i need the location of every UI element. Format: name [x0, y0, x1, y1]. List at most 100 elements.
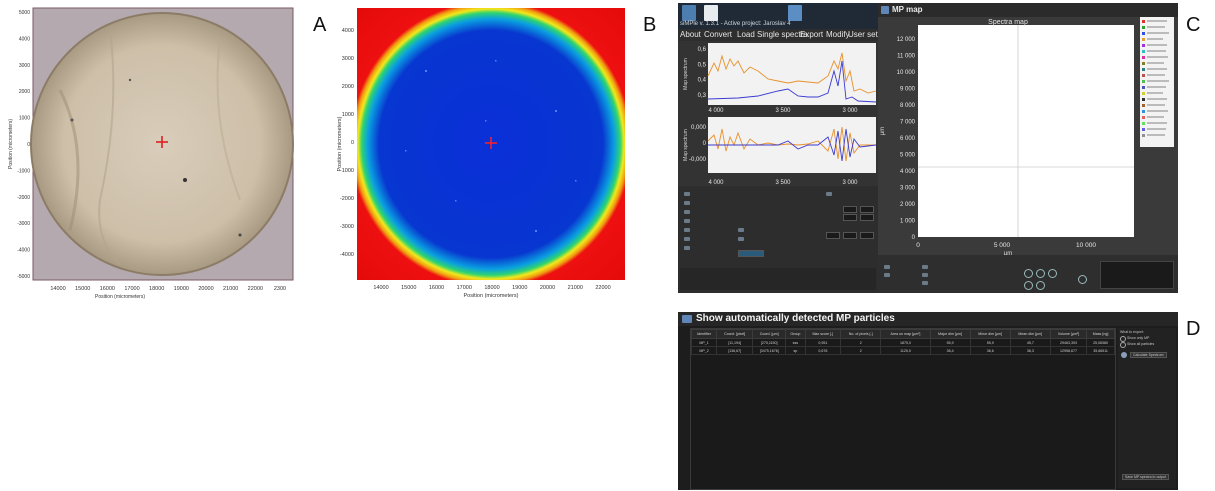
calculate-spectrum-button[interactable]: Calculate Spectrum — [1130, 352, 1167, 358]
x-tick-labels: 14000 15000 16000 17000 18000 19000 20000 21000… — [373, 285, 610, 291]
y-axis-label: µm — [880, 127, 886, 135]
control-button[interactable] — [738, 237, 744, 241]
control-button[interactable] — [738, 228, 744, 232]
panel-label-b: B — [643, 14, 657, 36]
column-header[interactable]: Max score [-] — [804, 329, 842, 339]
y-tick-label: 0,000 — [691, 125, 707, 131]
table-cell: 55,9 — [929, 338, 971, 347]
map-control-button[interactable] — [884, 273, 890, 277]
menu-modify[interactable]: Modify — [826, 30, 850, 39]
x-tick-label: 20000 — [198, 286, 213, 292]
parameter-field[interactable] — [860, 232, 874, 239]
measure-icon[interactable] — [1024, 281, 1033, 290]
menu-convert[interactable]: Convert — [704, 30, 732, 39]
map-window-title: MP map — [892, 5, 923, 14]
x-tick-label: 21000 — [223, 286, 238, 292]
parameter-field[interactable] — [826, 232, 840, 239]
y-tick-label: 0,4 — [698, 78, 707, 84]
map-title: Spectra map — [988, 19, 1028, 26]
table-cell: 2 — [840, 346, 882, 355]
spectra-plots: 0,6 0,5 0,4 0,3 4 000 3 500 3 000 Map spectru… — [678, 41, 878, 191]
x-tick-label: 17000 — [124, 286, 139, 292]
control-button[interactable] — [684, 219, 690, 223]
parameter-field[interactable] — [860, 206, 874, 213]
panel-label-c: C — [1186, 14, 1201, 36]
column-header[interactable]: Volume [µm³] — [1049, 329, 1088, 339]
x-tick-label: 2300 — [274, 286, 286, 292]
control-button[interactable] — [684, 192, 690, 196]
parameter-field[interactable] — [738, 250, 764, 257]
save-icon[interactable] — [788, 5, 802, 21]
document-icon[interactable] — [704, 5, 718, 21]
control-button[interactable] — [684, 201, 690, 205]
column-header[interactable]: Major dim [µm] — [929, 329, 971, 339]
menu-export[interactable]: Export — [800, 30, 823, 39]
x-tick-label: 18000 — [149, 286, 164, 292]
y-tick-label: -2000 — [17, 195, 30, 201]
control-button[interactable] — [684, 210, 690, 214]
table-cell: [11,194] — [716, 338, 754, 347]
column-header[interactable]: Coord. [µm] — [752, 329, 787, 339]
column-header[interactable]: Mass [ng] — [1086, 329, 1115, 339]
y-tick-label: -4000 — [340, 252, 354, 258]
column-header[interactable]: Coord. [pixel] — [716, 329, 754, 339]
y-tick-label: 3 000 — [900, 186, 916, 192]
grid-icon[interactable] — [1078, 275, 1087, 284]
table-row[interactable]: MP_1 [11,194] [275,1150] sss 0,951 2 1875,0 55,… — [690, 338, 1115, 347]
y-tick-label: 3000 — [19, 63, 30, 69]
panel-b-intensity-map: 40003000200010000-1000-2000-3000-4000 14… — [337, 8, 625, 299]
parameter-field[interactable] — [843, 214, 857, 221]
table-cell: MP_2 — [690, 346, 718, 355]
menu-load[interactable]: Load — [737, 30, 755, 39]
spectra-map-plot: Spectra map 12 000 11 000 10 000 9 000 8 000… — [880, 19, 1134, 257]
table-cell: 29463,393 — [1049, 338, 1088, 347]
map-control-button[interactable] — [884, 265, 890, 269]
export-options-heading: What to export: — [1120, 330, 1144, 334]
column-header[interactable]: Area on map [µm²] — [880, 329, 931, 339]
control-button[interactable] — [684, 228, 690, 232]
parameter-field[interactable] — [843, 232, 857, 239]
table-cell: 35,66511 — [1086, 346, 1115, 355]
table-row[interactable]: MP_2 [136,67] [3475,1676] sp 0,678 2 1125,0 36,… — [690, 346, 1115, 355]
show-all-particles-radio[interactable] — [1120, 342, 1126, 348]
column-header[interactable]: Group — [785, 329, 806, 339]
y-tick-label: 11 000 — [897, 54, 916, 60]
x-axis-label: Position (micrometers) — [463, 293, 518, 299]
x-tick-label: 19000 — [512, 285, 527, 291]
map-control-button[interactable] — [922, 273, 928, 277]
x-tick-labels: 4 000 3 500 3 000 — [708, 108, 858, 114]
y-tick-label: 12 000 — [897, 37, 916, 43]
y-tick-labels: 0,000 0 -0,000 — [689, 125, 707, 163]
x-tick-label: 15000 — [401, 285, 416, 291]
column-header[interactable]: No. of pixels [-] — [840, 329, 882, 339]
export-options-panel: What to export: Show only MP Show all pa… — [1118, 328, 1176, 488]
y-tick-label: 0,5 — [698, 62, 707, 68]
x-tick-label: 10 000 — [1076, 242, 1096, 249]
y-tick-label: 0 — [912, 235, 916, 241]
y-tick-label: -3000 — [340, 224, 354, 230]
analysis-controls — [678, 186, 878, 293]
parameter-field[interactable] — [843, 206, 857, 213]
pan-icon[interactable] — [1036, 269, 1045, 278]
table-cell: 12958,677 — [1049, 346, 1088, 355]
table-cell: 36,3 — [1009, 346, 1051, 355]
map-control-button[interactable] — [922, 265, 928, 269]
y-tick-label: 0,6 — [698, 47, 707, 53]
export-icon[interactable] — [1036, 281, 1045, 290]
save-mp-spectra-button[interactable]: Save MP spectra to output — [1122, 474, 1170, 480]
select-icon[interactable] — [1048, 269, 1057, 278]
x-tick-label: 14000 — [373, 285, 388, 291]
table-cell: 1125,0 — [880, 346, 931, 355]
control-button[interactable] — [684, 237, 690, 241]
column-header[interactable]: Minor dim [µm] — [969, 329, 1011, 339]
column-header[interactable]: Identifier — [690, 329, 718, 339]
menu-about[interactable]: About — [680, 30, 701, 39]
zoom-icon[interactable] — [1024, 269, 1033, 278]
control-button[interactable] — [826, 192, 832, 196]
control-button[interactable] — [684, 246, 690, 250]
row-number-gutter — [680, 328, 689, 488]
parameter-field[interactable] — [860, 214, 874, 221]
column-header[interactable]: Mean dim [µm] — [1009, 329, 1051, 339]
y-tick-label: 10 000 — [897, 70, 916, 76]
map-control-button[interactable] — [922, 281, 928, 285]
